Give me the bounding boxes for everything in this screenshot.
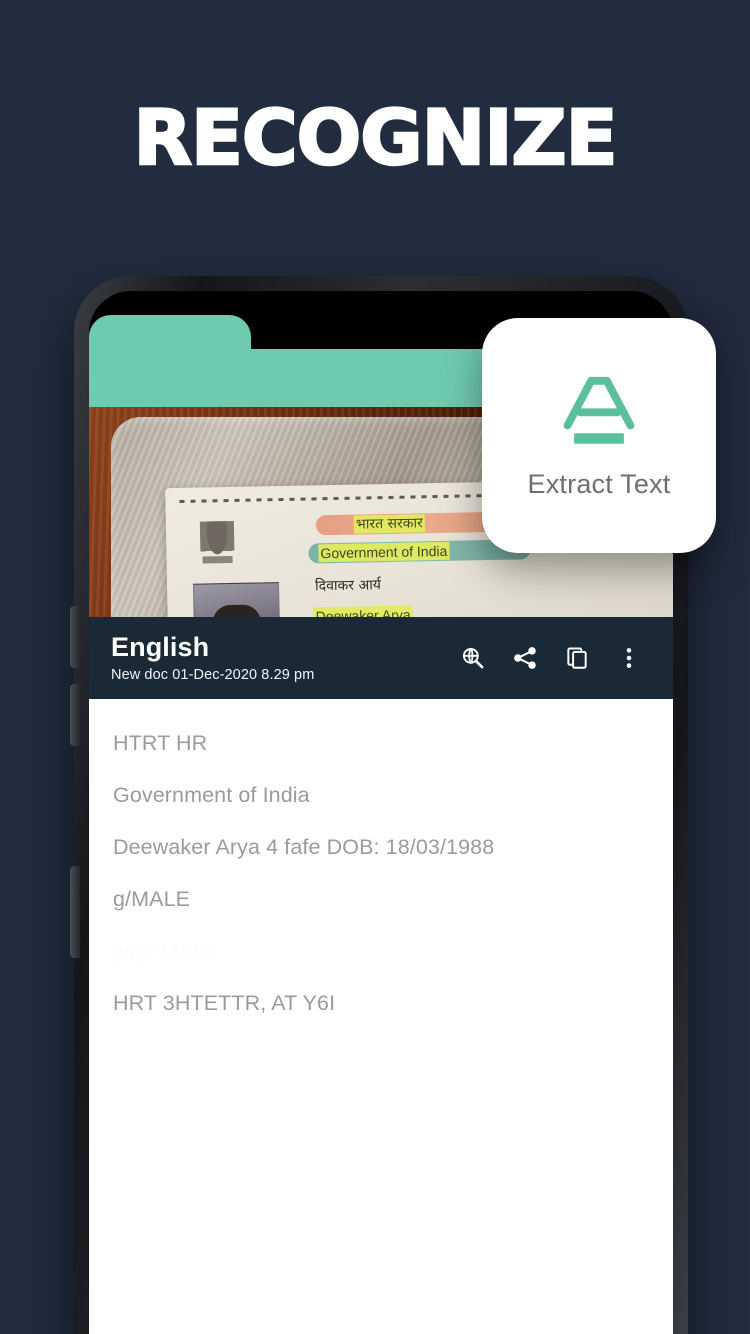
extract-text-feature-card[interactable]: Extract Text (482, 318, 716, 553)
volume-down-button[interactable] (70, 684, 80, 746)
app-bar-titles: English New doc 01-Dec-2020 8.29 pm (111, 632, 447, 685)
ocr-text-line[interactable]: HRT 3HTETTR, AT Y6I (103, 977, 673, 1029)
poster-stage: RECOGNIZE भारत सरकार Government of India… (0, 0, 750, 1334)
overflow-menu-icon[interactable] (603, 632, 655, 684)
document-language-title: English (111, 631, 210, 662)
app-bar-actions (447, 632, 655, 684)
volume-up-button[interactable] (70, 606, 80, 668)
copy-icon[interactable] (551, 632, 603, 684)
ocr-text-line[interactable]: Government of India (103, 769, 673, 821)
national-emblem-icon (199, 520, 235, 570)
format-text-a-icon (563, 376, 635, 444)
doc-text-line: दिवाकर आर्य (314, 577, 382, 595)
ocr-text-list[interactable]: HTRT HR Government of India Deewaker Ary… (89, 699, 673, 1029)
ocr-text-line[interactable]: HTRT HR (103, 717, 673, 769)
ocr-result-sheet: HTRT HR Government of India Deewaker Ary… (89, 699, 673, 1334)
extract-text-label: Extract Text (527, 468, 671, 499)
power-button[interactable] (70, 866, 80, 958)
document-subtitle: New doc 01-Dec-2020 8.29 pm (111, 666, 315, 683)
share-icon[interactable] (499, 632, 551, 684)
doc-highlight-line: भारत सरकार (353, 514, 426, 534)
doc-highlight-line: Government of India (318, 541, 450, 563)
ocr-text-line[interactable]: Deewaker Arya 4 fafe DOB: 18/03/1988 (103, 821, 673, 873)
ocr-text-line[interactable]: g/MALE (103, 873, 673, 925)
ocr-text-line[interactable]: jury/ MALE (103, 925, 673, 977)
app-bar: English New doc 01-Dec-2020 8.29 pm (89, 617, 673, 699)
page-title: RECOGNIZE (132, 92, 619, 184)
translate-search-icon[interactable] (447, 632, 499, 684)
